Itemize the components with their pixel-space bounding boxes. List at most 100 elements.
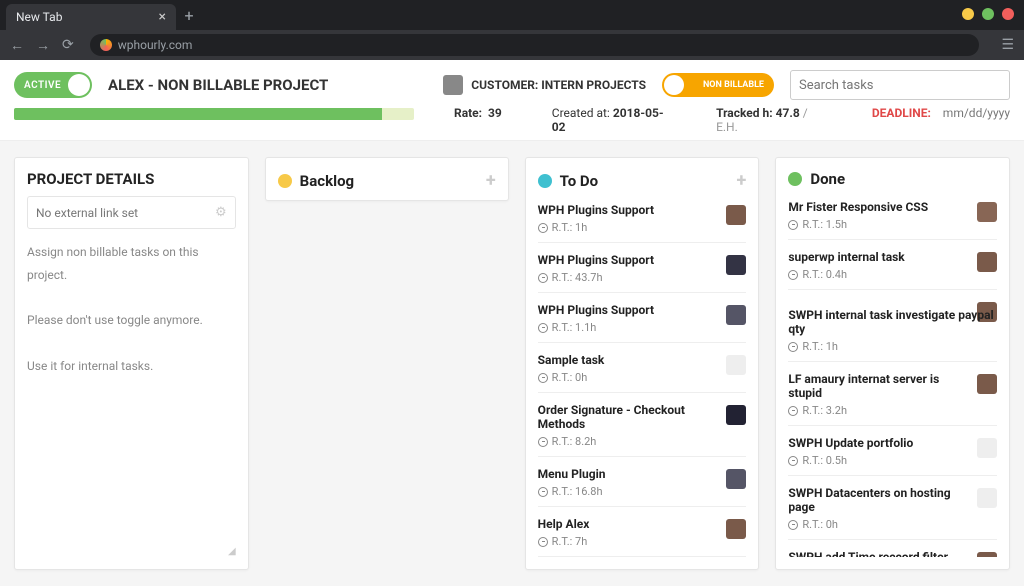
task-card[interactable]: Mr Fister Responsive CSS R.T.: 1.5h	[788, 196, 997, 239]
browser-tab[interactable]: New Tab ×	[6, 4, 176, 30]
task-rt: R.T.: 1h	[552, 221, 588, 234]
tab-bar: New Tab × +	[0, 0, 1024, 30]
task-rt: R.T.: 0.5h	[802, 454, 847, 467]
minimize-icon[interactable]	[962, 8, 974, 20]
task-avatar	[977, 202, 997, 222]
maximize-icon[interactable]	[982, 8, 994, 20]
task-avatar	[726, 255, 746, 275]
resize-handle-icon[interactable]: ◢	[228, 546, 236, 557]
task-card[interactable]: Sample task R.T.: 0h	[538, 342, 747, 392]
column-title: To Do	[560, 172, 598, 190]
task-avatar	[726, 405, 746, 425]
progress-fill	[14, 108, 382, 120]
window-controls	[962, 8, 1014, 20]
task-card[interactable]: WPH Plugins Support R.T.: 1.1h	[538, 292, 747, 342]
task-avatar	[977, 488, 997, 508]
task-title: superwp internal task	[788, 250, 969, 264]
project-notes-textarea[interactable]	[27, 241, 236, 557]
clock-icon	[538, 437, 548, 447]
task-meta: R.T.: 0.5h	[788, 454, 969, 467]
task-card[interactable]: Help Alex R.T.: 7h	[538, 506, 747, 556]
panel-title: PROJECT DETAILS	[27, 170, 154, 188]
back-icon[interactable]: ←	[10, 37, 24, 54]
task-rt: R.T.: 1h	[802, 340, 838, 353]
add-task-button[interactable]: +	[486, 170, 496, 191]
billable-label: NON BILLABLE	[703, 80, 764, 90]
task-card[interactable]: WPH Addon Screenshot Plugin	[538, 556, 747, 557]
task-meta: R.T.: 0.4h	[788, 268, 969, 281]
task-card[interactable]: SWPH Datacenters on hosting pageR.T.: 0h	[788, 475, 997, 539]
task-avatar	[977, 552, 997, 557]
reload-icon[interactable]: ⟳	[62, 37, 74, 53]
deadline-label: DEADLINE:	[872, 106, 931, 120]
tab-title: New Tab	[16, 10, 62, 24]
task-title: Help Alex	[538, 517, 719, 531]
close-icon[interactable]: ×	[159, 9, 166, 25]
menu-icon[interactable]: ☰	[1001, 37, 1014, 53]
task-title: WPH Plugins Support	[538, 303, 719, 317]
project-status-toggle[interactable]: ACTIVE	[14, 72, 92, 98]
task-card[interactable]: WPH Plugins SupportR.T.: 1h	[538, 199, 747, 242]
progress-bar	[14, 108, 414, 120]
task-card[interactable]: SWPH internal task investigate paypal qt…	[788, 289, 997, 361]
task-title: SWPH Update portfolio	[788, 436, 969, 450]
clock-icon	[788, 270, 798, 280]
clock-icon	[788, 520, 798, 530]
billable-toggle[interactable]: NON BILLABLE	[662, 73, 774, 97]
task-title: LF amaury internat server is stupid	[788, 372, 969, 400]
project-details-panel: PROJECT DETAILS No external link set ⚙ ◢	[14, 157, 249, 570]
task-rt: R.T.: 0h	[802, 518, 838, 531]
created-label: Created at:	[552, 106, 610, 120]
task-card[interactable]: SWPH add Time reccord filterR.T.: 0.4h	[788, 539, 997, 557]
browser-chrome: New Tab × + ← → ⟳ wphourly.com ☰	[0, 0, 1024, 60]
task-title: SWPH internal task investigate paypal qt…	[788, 308, 997, 336]
task-title: Sample task	[538, 353, 719, 367]
task-card[interactable]: LF amaury internat server is stupid R.T.:…	[788, 361, 997, 425]
deadline-value[interactable]: mm/dd/yyyy	[943, 106, 1010, 120]
clock-icon	[538, 373, 548, 383]
task-title: Mr Fister Responsive CSS	[788, 200, 969, 214]
url-text: wphourly.com	[118, 38, 193, 52]
task-avatar	[977, 374, 997, 394]
url-field[interactable]: wphourly.com	[90, 34, 980, 56]
task-avatar	[977, 438, 997, 458]
task-avatar	[726, 305, 746, 325]
clock-icon	[538, 273, 548, 283]
task-card[interactable]: Order Signature - Checkout MethodsR.T.: …	[538, 392, 747, 456]
task-meta: R.T.: 1.5h	[788, 218, 969, 231]
clock-icon	[788, 342, 798, 352]
clock-icon	[788, 456, 798, 466]
task-card[interactable]: superwp internal task R.T.: 0.4h	[788, 239, 997, 289]
toggle-knob-icon	[664, 75, 684, 95]
task-rt: R.T.: 0h	[552, 371, 588, 384]
task-card[interactable]: SWPH Update portfolio R.T.: 0.5h	[788, 425, 997, 475]
task-avatar	[977, 252, 997, 272]
task-rt: R.T.: 43.7h	[552, 271, 603, 284]
task-meta: R.T.: 1.1h	[538, 321, 719, 334]
new-tab-button[interactable]: +	[176, 0, 202, 30]
project-header: ACTIVE ALEX - NON BILLABLE PROJECT CUSTO…	[0, 60, 1024, 141]
task-card[interactable]: Menu PluginR.T.: 16.8h	[538, 456, 747, 506]
project-meta: Rate: 39 Created at: 2018-05-02 Tracked …	[454, 106, 1010, 134]
task-meta: R.T.: 8.2h	[538, 435, 719, 448]
search-input[interactable]	[790, 70, 1010, 100]
task-list-todo[interactable]: WPH Plugins SupportR.T.: 1hWPH Plugins S…	[526, 199, 759, 557]
task-rt: R.T.: 16.8h	[552, 485, 603, 498]
gear-icon[interactable]: ⚙	[215, 205, 227, 220]
forward-icon[interactable]: →	[36, 37, 50, 54]
task-avatar	[726, 205, 746, 225]
status-label: ACTIVE	[24, 80, 61, 91]
close-window-icon[interactable]	[1002, 8, 1014, 20]
external-link-field[interactable]: No external link set ⚙	[27, 196, 236, 229]
task-card[interactable]: WPH Plugins SupportR.T.: 43.7h	[538, 242, 747, 292]
task-meta: R.T.: 3.2h	[788, 404, 969, 417]
task-rt: R.T.: 3.2h	[802, 404, 847, 417]
task-meta: R.T.: 7h	[538, 535, 719, 548]
task-meta: R.T.: 1h	[538, 221, 719, 234]
task-avatar	[726, 355, 746, 375]
clock-icon	[788, 220, 798, 230]
toggle-knob-icon	[68, 74, 90, 96]
column-backlog: Backlog +	[265, 157, 509, 201]
task-list-done[interactable]: Mr Fister Responsive CSS R.T.: 1.5h superw…	[776, 196, 1009, 557]
add-task-button[interactable]: +	[737, 170, 747, 191]
